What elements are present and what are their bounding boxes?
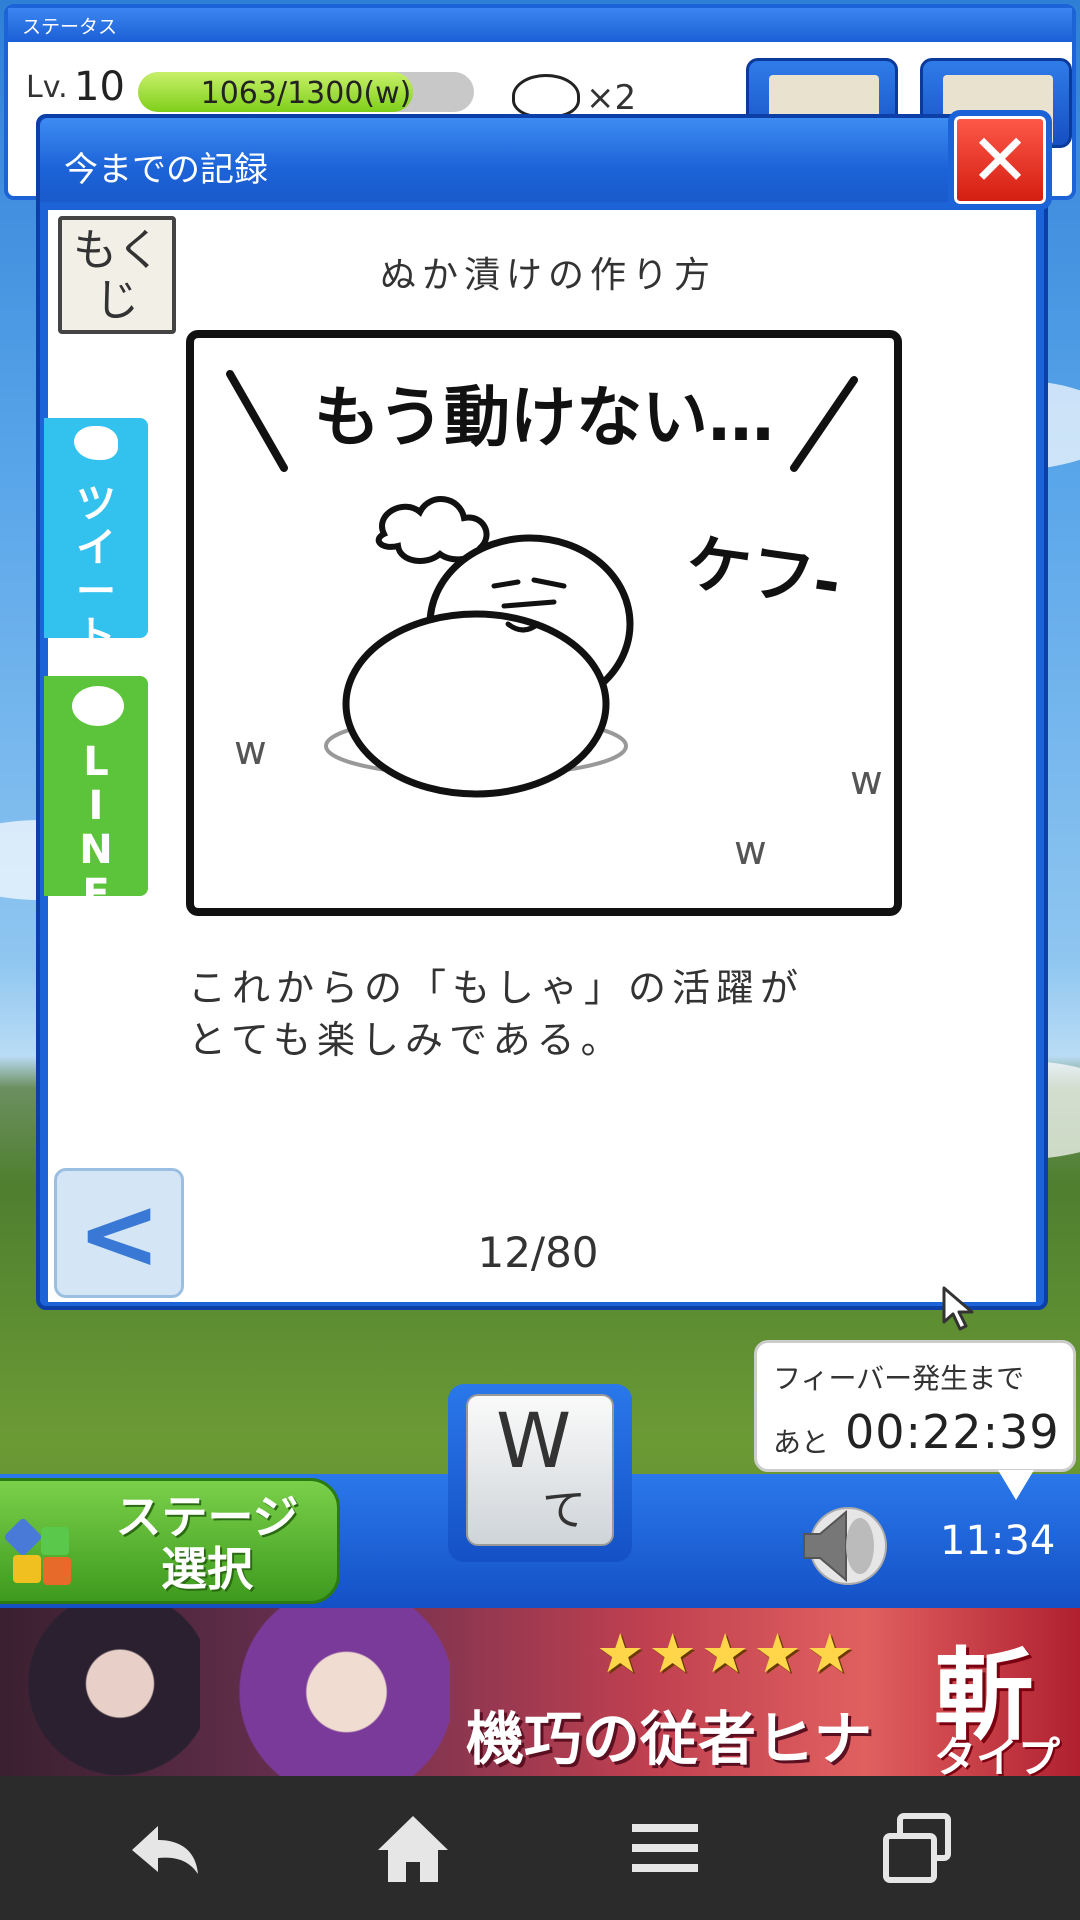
fever-prefix: あと — [773, 1426, 830, 1459]
level-value: 10 — [74, 64, 125, 110]
grass-mark-3: w — [734, 828, 767, 874]
speaker-icon[interactable] — [790, 1496, 894, 1592]
comic-panel: もう動けない… ケフ- w w w — [186, 330, 902, 916]
exp-progress-bar: 1063/1300(w) — [138, 72, 474, 112]
stage-select-button[interactable]: ステージ 選択 — [0, 1478, 340, 1604]
line-bubble-icon — [72, 686, 124, 726]
caption-line-2: とても楽しみである。 — [188, 1018, 625, 1062]
fever-timer-bubble: フィーバー発生まで あと 00:22:39 — [754, 1340, 1076, 1472]
close-button[interactable]: ✕ — [948, 110, 1052, 210]
fever-countdown: 00:22:39 — [845, 1405, 1060, 1459]
page-counter: 12/80 — [477, 1228, 599, 1277]
w-key-kana: て — [542, 1485, 586, 1536]
recent-apps-icon[interactable] — [872, 1806, 962, 1890]
line-text: LINE — [79, 739, 113, 917]
level-label: Lv. — [26, 70, 68, 105]
w-key-button[interactable]: W て — [448, 1384, 632, 1562]
chapter-title: ぬか漬けの作り方 — [379, 255, 716, 296]
record-dialog: 今までの記録 ✕ もくじ ぬか漬けの作り方 ツイート LINE もう動けない… … — [36, 110, 1052, 1331]
mochi-count: ×2 — [586, 78, 637, 118]
comic-caption: これからの「もしゃ」の活躍が とても楽しみである。 — [188, 962, 928, 1066]
line-label: LINE — [44, 740, 148, 916]
exp-text: 1063/1300(w) — [200, 76, 412, 111]
tweet-button[interactable]: ツイート — [44, 418, 148, 658]
twitter-bird-icon — [74, 426, 118, 460]
status-title: ステータス — [8, 8, 1072, 42]
grass-mark-2: w — [850, 758, 883, 804]
w-key-cap: W て — [466, 1394, 614, 1546]
close-icon: ✕ — [969, 118, 1031, 202]
line-share-button[interactable]: LINE — [44, 676, 148, 916]
record-page: もくじ ぬか漬けの作り方 ツイート LINE もう動けない… ケフ- w w w — [44, 210, 1036, 1331]
chevron-left-icon: < — [77, 1175, 161, 1292]
back-icon[interactable] — [118, 1806, 208, 1890]
mochi-icon — [512, 74, 580, 118]
previous-page-button[interactable]: < — [54, 1168, 184, 1298]
tweet-label: ツイート — [44, 482, 148, 658]
ad-character-image — [220, 1608, 450, 1776]
comic-speech-text: もう動けない… — [314, 379, 774, 456]
menu-icon[interactable] — [620, 1806, 710, 1890]
fever-label: フィーバー発生まで — [773, 1362, 1025, 1395]
dialog-title: 今までの記録 — [64, 150, 268, 190]
android-nav-bar — [0, 1776, 1080, 1920]
fever-bubble-tail — [998, 1470, 1034, 1500]
grass-mark-1: w — [234, 728, 267, 774]
blocks-icon — [3, 1517, 73, 1587]
caption-line-1: これからの「もしゃ」の活躍が — [188, 966, 805, 1010]
tweet-text: ツイート — [76, 481, 116, 659]
ad-type-label: タイプ — [934, 1733, 1061, 1776]
w-key-letter: W — [496, 1396, 572, 1485]
stage-select-text: ステージ 選択 — [115, 1490, 299, 1596]
mochi-body — [342, 610, 610, 798]
ad-banner[interactable]: ★★★★★ 機巧の従者ヒナ 斬 タイプ — [0, 1608, 1080, 1776]
ad-stars: ★★★★★ — [596, 1622, 859, 1685]
ad-title: 機巧の従者ヒナ — [466, 1705, 873, 1773]
dialog-header: 今までの記録 — [40, 118, 1044, 202]
home-icon[interactable] — [368, 1806, 458, 1890]
clock: 11:34 — [940, 1518, 1056, 1564]
ad-character-image — [0, 1608, 200, 1776]
mouse-cursor-icon — [942, 1286, 974, 1331]
stage-select-label: ステージ 選択 — [87, 1491, 327, 1595]
